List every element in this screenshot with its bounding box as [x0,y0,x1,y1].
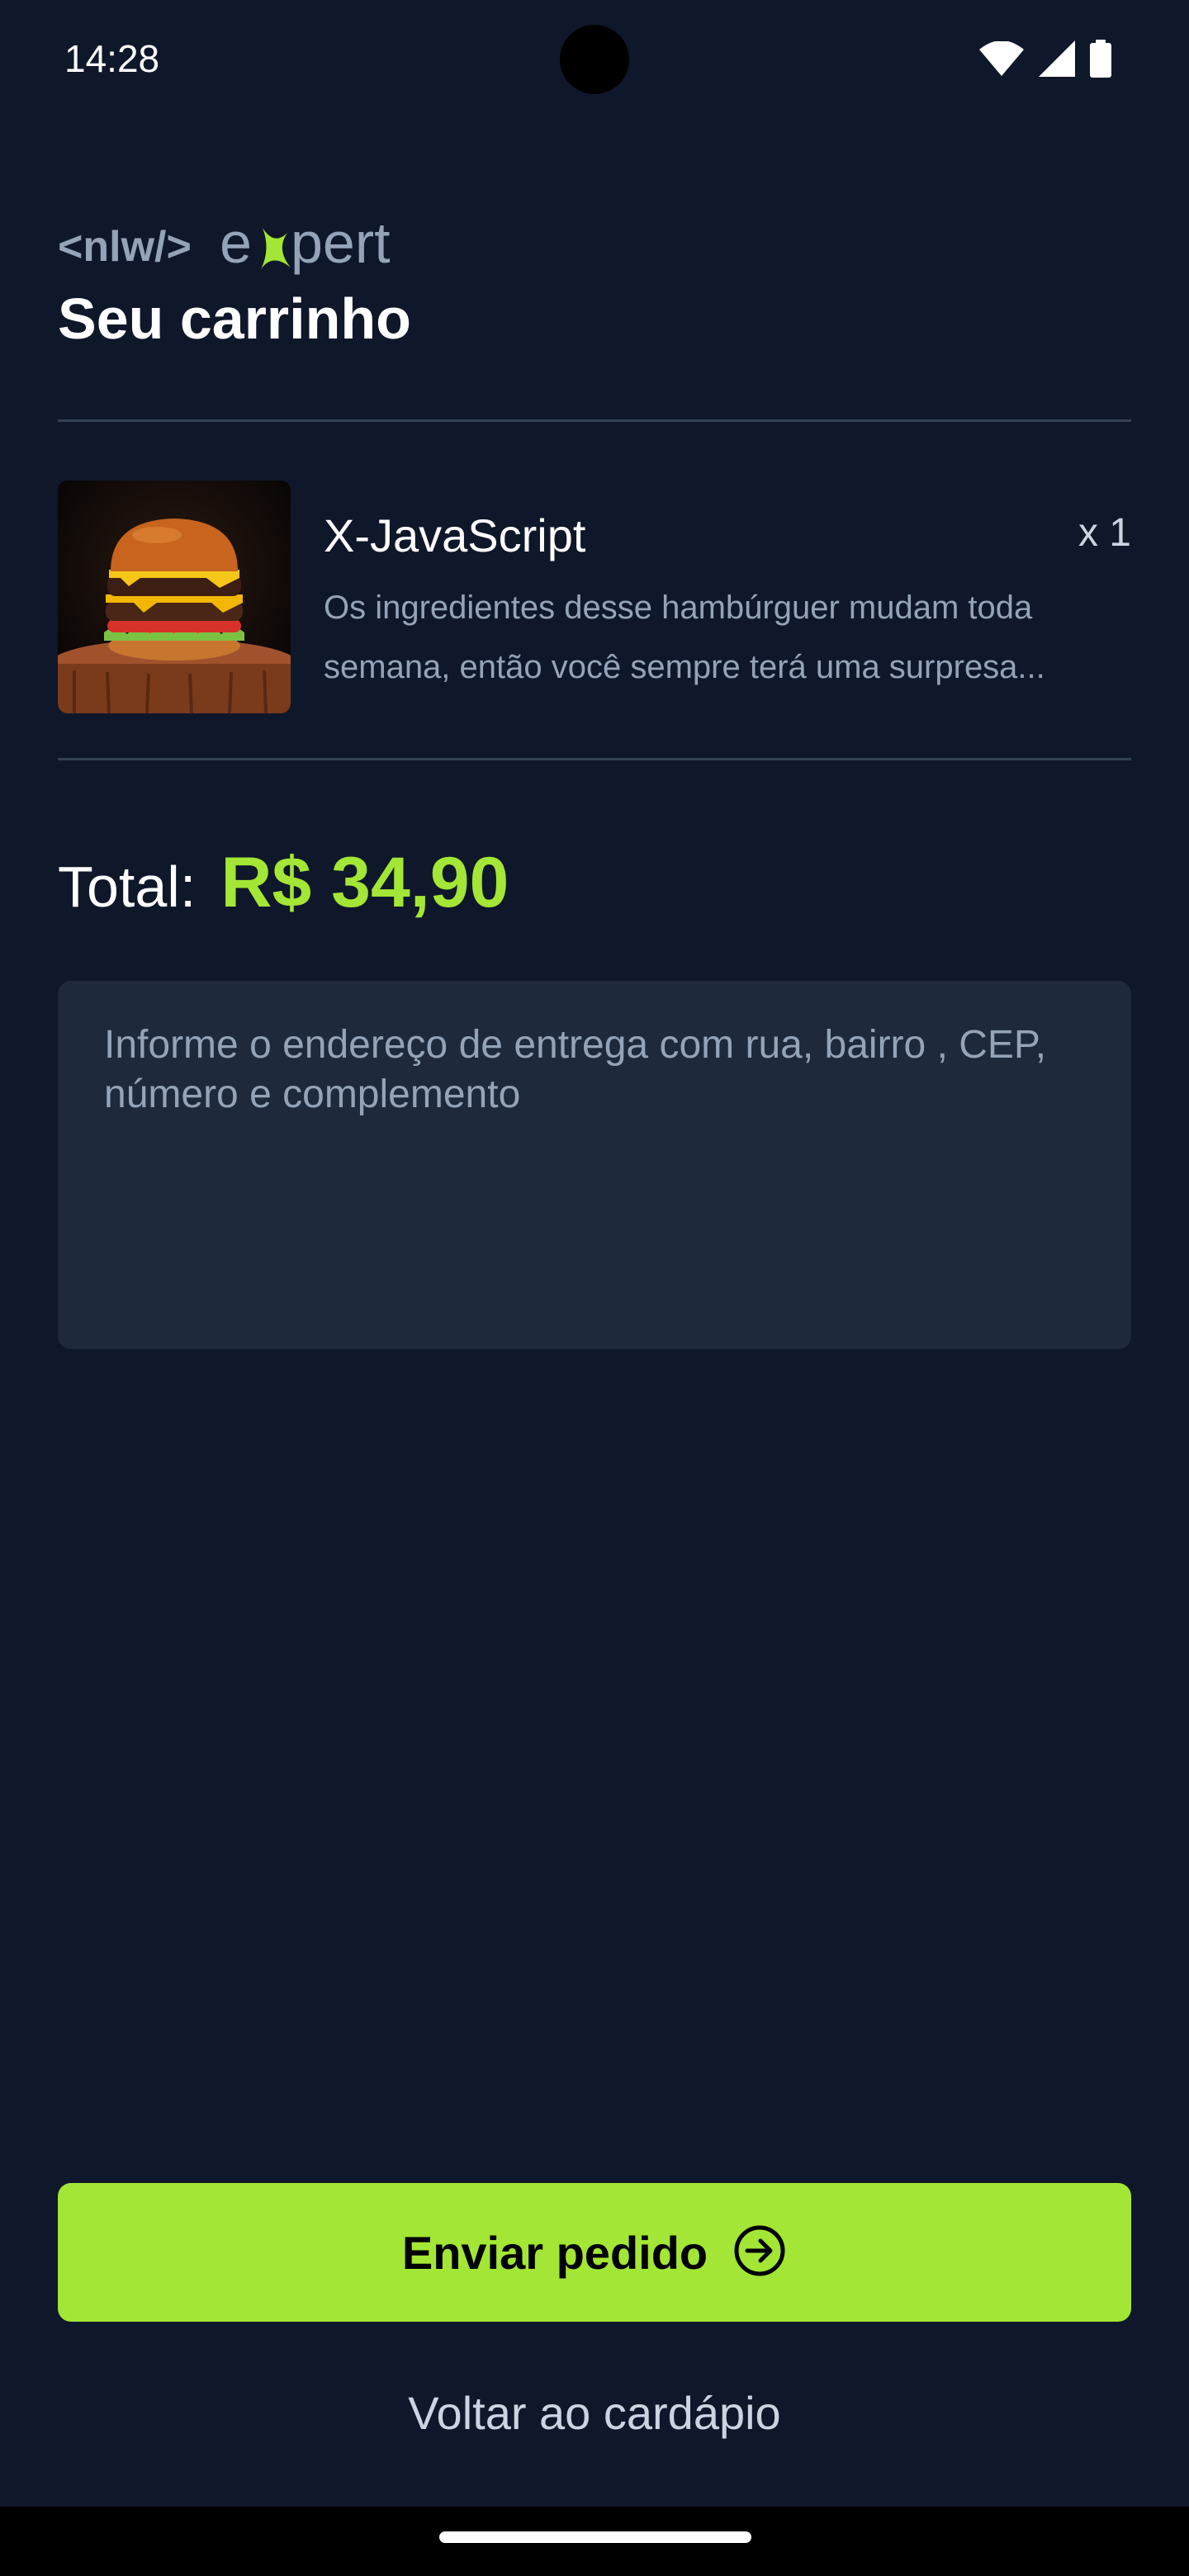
item-description: Os ingredientes desse hambúrguer mudam t… [324,590,1045,685]
divider [58,419,1131,422]
status-time: 14:28 [64,37,160,80]
arrow-circle-right-icon [732,2223,787,2282]
nlw-expert-logo: <nlw/> e pert [58,210,438,281]
system-nav-bar [0,2507,1189,2576]
status-icons [979,40,1111,82]
send-order-label: Enviar pedido [401,2226,708,2279]
address-input[interactable] [58,981,1131,1349]
total-label: Total: [58,855,197,919]
total-row: Total: R$ 34,90 [58,842,509,924]
home-indicator[interactable] [439,2531,751,2543]
cart-item: X-JavaScript x 1 Os ingredientes desse h… [58,481,1131,713]
item-quantity: x 1 [1078,511,1131,555]
item-name: X-JavaScript [324,509,586,561]
page-title: Seu carrinho [58,286,411,351]
total-value: R$ 34,90 [220,843,509,922]
svg-text:e: e [220,211,252,275]
wifi-icon [979,40,1024,80]
back-to-menu-link[interactable]: Voltar ao cardápio [0,2386,1189,2440]
send-order-button[interactable]: Enviar pedido [58,2183,1131,2322]
logo-wordmark: <nlw/> e pert [58,211,391,275]
burger-image [58,481,291,713]
svg-text:pert: pert [291,211,391,275]
svg-text:<nlw/>: <nlw/> [58,223,192,271]
camera-cutout [560,25,629,94]
battery-icon [1090,40,1111,82]
divider [58,758,1131,760]
signal-icon [1039,40,1075,81]
